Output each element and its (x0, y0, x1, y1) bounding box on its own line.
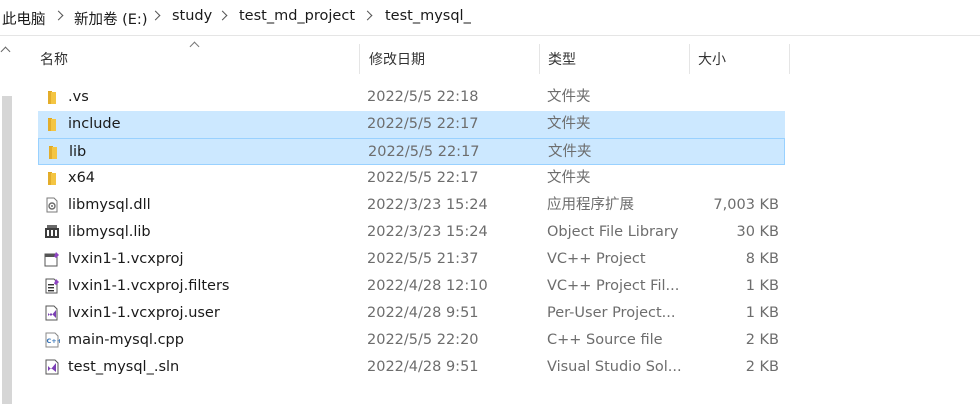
file-row[interactable]: include 2022/5/5 22:17 文件夹 (38, 111, 785, 138)
file-name: lvxin1-1.vcxproj (68, 251, 184, 267)
file-modified-date: 2022/5/5 22:17 (367, 116, 479, 132)
file-modified-date: 2022/3/23 15:24 (367, 224, 488, 240)
file-row[interactable]: test_mysql_.sln 2022/4/28 9:51 Visual Stud… (38, 354, 785, 381)
cpp-icon: C++ (44, 332, 62, 348)
file-modified-date: 2022/5/5 22:17 (367, 170, 479, 186)
file-size: 1 KB (745, 278, 779, 294)
file-size: 7,003 KB (713, 197, 779, 213)
file-row[interactable]: .vs 2022/5/5 22:18 文件夹 (38, 84, 785, 111)
lib-file-icon (44, 224, 60, 240)
folder-icon (44, 89, 60, 105)
breadcrumb-this-pc[interactable]: 此电脑 (2, 8, 46, 29)
chevron-right-icon[interactable] (217, 10, 228, 21)
file-type: Per-User Project... (547, 305, 676, 321)
file-type: C++ Source file (547, 332, 663, 348)
folder-icon (44, 170, 60, 186)
scrollbar-thumb[interactable] (2, 96, 12, 404)
file-row[interactable]: libmysql.lib 2022/3/23 15:24 Object File L… (38, 219, 785, 246)
breadcrumb-study[interactable]: study (172, 8, 212, 24)
file-row[interactable]: x64 2022/5/5 22:17 文件夹 (38, 165, 785, 192)
chevron-right-icon[interactable] (53, 10, 64, 21)
file-row[interactable]: lvxin1-1.vcxproj.user 2022/4/28 9:51 Per-U… (38, 300, 785, 327)
file-row[interactable]: lib 2022/5/5 22:17 文件夹 (38, 138, 785, 165)
file-type: 文件夹 (547, 116, 591, 132)
file-size: 30 KB (736, 224, 779, 240)
folder-icon (44, 116, 60, 132)
chevron-right-icon[interactable] (362, 10, 373, 21)
chevron-right-icon[interactable] (150, 10, 161, 21)
breadcrumb-test-mysql[interactable]: test_mysql_ (385, 8, 471, 24)
column-header-size[interactable]: 大小 (688, 40, 788, 76)
file-row[interactable]: lvxin1-1.vcxproj.filters 2022/4/28 12:10 V… (38, 273, 785, 300)
file-name: libmysql.dll (68, 197, 151, 213)
file-row[interactable]: libmysql.dll 2022/3/23 15:24 应用程序扩展 7,003 K… (38, 192, 785, 219)
file-name: include (68, 116, 121, 132)
column-header-row: 名称 修改日期 类型 大小 (30, 40, 790, 76)
address-bar[interactable]: 此电脑 新加卷 (E:) study test_md_project test_… (0, 0, 980, 36)
file-type: VC++ Project Fil... (547, 278, 680, 294)
file-size: 1 KB (745, 305, 779, 321)
svg-text:C++: C++ (47, 337, 61, 345)
sln-icon (44, 359, 60, 375)
file-type: 文件夹 (547, 170, 591, 186)
file-row[interactable]: C++ main-mysql.cpp 2022/5/5 22:20 C++ Sourc… (38, 327, 785, 354)
file-type: 应用程序扩展 (547, 197, 634, 213)
dll-icon (44, 197, 60, 213)
file-modified-date: 2022/5/5 21:37 (367, 251, 479, 267)
file-row[interactable]: lvxin1-1.vcxproj 2022/5/5 21:37 VC++ Proje… (38, 246, 785, 273)
file-size: 8 KB (745, 251, 779, 267)
file-type: 文件夹 (547, 89, 591, 105)
breadcrumb-test-md-project[interactable]: test_md_project (239, 8, 355, 24)
file-type: VC++ Project (547, 251, 646, 267)
file-name: test_mysql_.sln (68, 359, 180, 375)
file-modified-date: 2022/5/5 22:20 (367, 332, 479, 348)
file-name: x64 (68, 170, 96, 186)
file-name: lvxin1-1.vcxproj.filters (68, 278, 230, 294)
file-name: .vs (68, 89, 89, 105)
file-type: Object File Library (547, 224, 679, 240)
file-name: main-mysql.cpp (68, 332, 184, 348)
vcxproj-icon (44, 251, 60, 267)
file-size: 2 KB (745, 332, 779, 348)
file-size: 2 KB (745, 359, 779, 375)
file-name: lvxin1-1.vcxproj.user (68, 305, 220, 321)
file-name: libmysql.lib (68, 224, 151, 240)
file-type: 文件夹 (548, 144, 592, 160)
file-modified-date: 2022/4/28 12:10 (367, 278, 488, 294)
file-name: lib (69, 144, 87, 160)
column-divider[interactable] (789, 44, 790, 74)
file-modified-date: 2022/3/23 15:24 (367, 197, 488, 213)
breadcrumb-drive-e[interactable]: 新加卷 (E:) (74, 8, 147, 29)
vs-user-icon (44, 305, 60, 321)
folder-icon (45, 144, 61, 160)
file-type: Visual Studio Sol... (547, 359, 682, 375)
column-header-type[interactable]: 类型 (538, 40, 690, 76)
file-modified-date: 2022/4/28 9:51 (367, 359, 479, 375)
column-header-date[interactable]: 修改日期 (359, 40, 539, 76)
file-modified-date: 2022/5/5 22:17 (368, 144, 480, 160)
filters-icon (44, 278, 60, 294)
file-modified-date: 2022/5/5 22:18 (367, 89, 479, 105)
file-modified-date: 2022/4/28 9:51 (367, 305, 479, 321)
